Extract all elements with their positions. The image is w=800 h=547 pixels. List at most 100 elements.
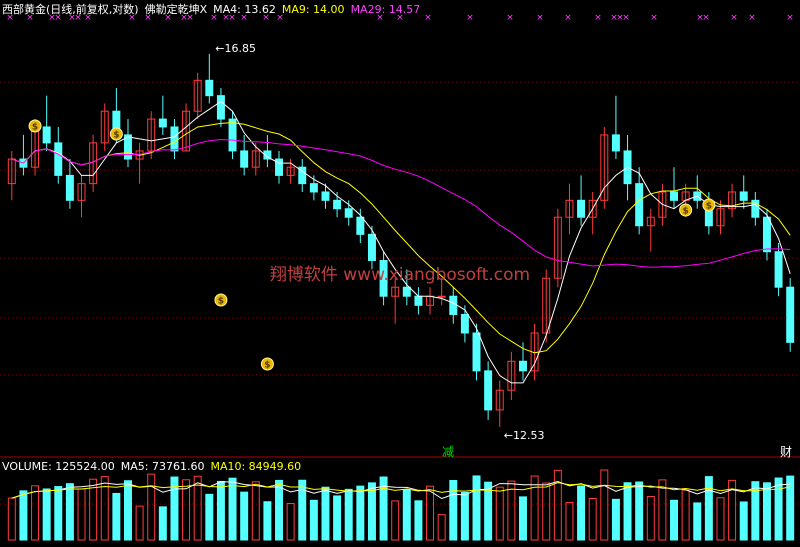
candle-body [449,295,458,315]
volume-bar [124,480,132,541]
volume-bar [158,506,167,541]
low-price-label: ←12.53 [504,429,545,442]
candle-body [240,150,249,168]
candle-body [321,191,330,201]
signal-marker: × [622,13,630,23]
volume-bar [670,499,679,541]
volume-bar [31,485,40,541]
volume-bar [519,496,527,541]
volume-bar [484,481,493,541]
volume-bar [240,491,249,541]
volume-bar [681,489,690,541]
money-bag-icon: $ [28,119,42,133]
volume-bar [263,501,272,541]
volume-bar [565,502,574,541]
volume-bar [205,493,214,541]
volume-bar [193,475,202,541]
price-panel-header: 西部黄金(日线,前复权,对数) 佛勒定乾坤X MA4: 13.62 MA9: 14.0… [2,1,426,17]
volume-bar [367,482,376,541]
candle-body [670,191,679,201]
candle-body [42,126,51,144]
volume-bar [7,497,16,541]
candle-body [611,134,620,152]
volume-bar [135,505,144,541]
volume-bar [42,488,51,541]
volume-bar [623,482,632,541]
candle-body [333,199,342,210]
high-price-label: ←16.85 [215,42,256,55]
volume-bar [286,502,295,541]
candle-body [414,295,423,306]
money-bag-icon: $ [260,357,274,371]
svg-text:$: $ [113,131,119,141]
volume-bar [356,485,365,541]
candle-body [519,360,527,372]
candle-body [356,216,365,235]
volume-bar [635,481,644,541]
volume-bar [646,496,655,541]
volume-bar [553,469,562,541]
signal-marker: × [594,13,602,23]
ma5-volume-label: MA5: 73761.60 [120,460,205,473]
volume-bar [321,486,330,541]
svg-text:$: $ [706,202,712,212]
volume-bar [391,500,400,541]
money-bag-icon: $ [679,203,693,217]
volume-label: VOLUME: 125524.00 [2,460,115,473]
volume-bar [704,476,713,541]
svg-text:$: $ [264,361,270,371]
volume-bar [495,486,504,541]
volume-bar [762,482,771,541]
watermark-text: 翔博软件 www.xiangbosoft.com [270,265,530,285]
money-bag-icon: $ [702,198,716,212]
signal-marker: × [786,13,794,23]
signal-marker: × [748,13,756,23]
volume-bar [658,479,667,541]
candle-body [786,286,795,343]
ma4-label: MA4: 13.62 [213,3,276,16]
volume-bar [739,501,748,541]
candle-body [437,295,446,298]
candle-body [228,118,237,152]
candle-body [472,332,481,372]
signal-marker: × [730,13,738,23]
svg-text:$: $ [682,207,688,217]
signal-marker: × [506,13,514,23]
instrument-title: 西部黄金(日线,前复权,对数) [2,3,139,16]
ma9-label: MA9: 14.00 [281,3,345,16]
volume-bar [414,500,423,541]
candle-body [344,208,353,218]
candle-body [577,199,586,218]
money-bag-icon: $ [109,127,123,141]
volume-bar [449,480,458,541]
volume-bar [530,475,539,541]
candle-body [774,251,783,288]
volume-bar [77,488,86,541]
volume-panel-header: VOLUME: 125524.00 MA5: 73761.60 MA10: 8494… [2,460,307,473]
indicator-name: 佛勒定乾坤X [144,3,208,16]
volume-bar [437,514,446,541]
signal-marker: × [702,13,710,23]
money-bag-icon: $ [214,293,228,307]
candle-body [484,370,493,411]
signal-marker: × [564,13,572,23]
candle-body [762,216,771,253]
candle-body [309,183,318,193]
volume-bar [774,477,783,541]
ma10-volume-label: MA10: 84949.60 [210,460,302,473]
candle-body [739,191,748,201]
volume-bar [460,491,469,541]
candle-body [170,126,179,152]
volume-bar [577,485,586,541]
cai-marker: 财 [780,445,792,459]
volume-bar [786,475,795,541]
volume-bar [588,498,597,541]
volume-bar [19,490,28,541]
volume-bar [112,492,121,541]
signal-marker: × [650,13,658,23]
candle-body [367,233,376,261]
volume-bar [275,479,284,541]
volume-bar [693,502,702,541]
candle-body [205,79,214,97]
volume-bar [600,469,609,541]
